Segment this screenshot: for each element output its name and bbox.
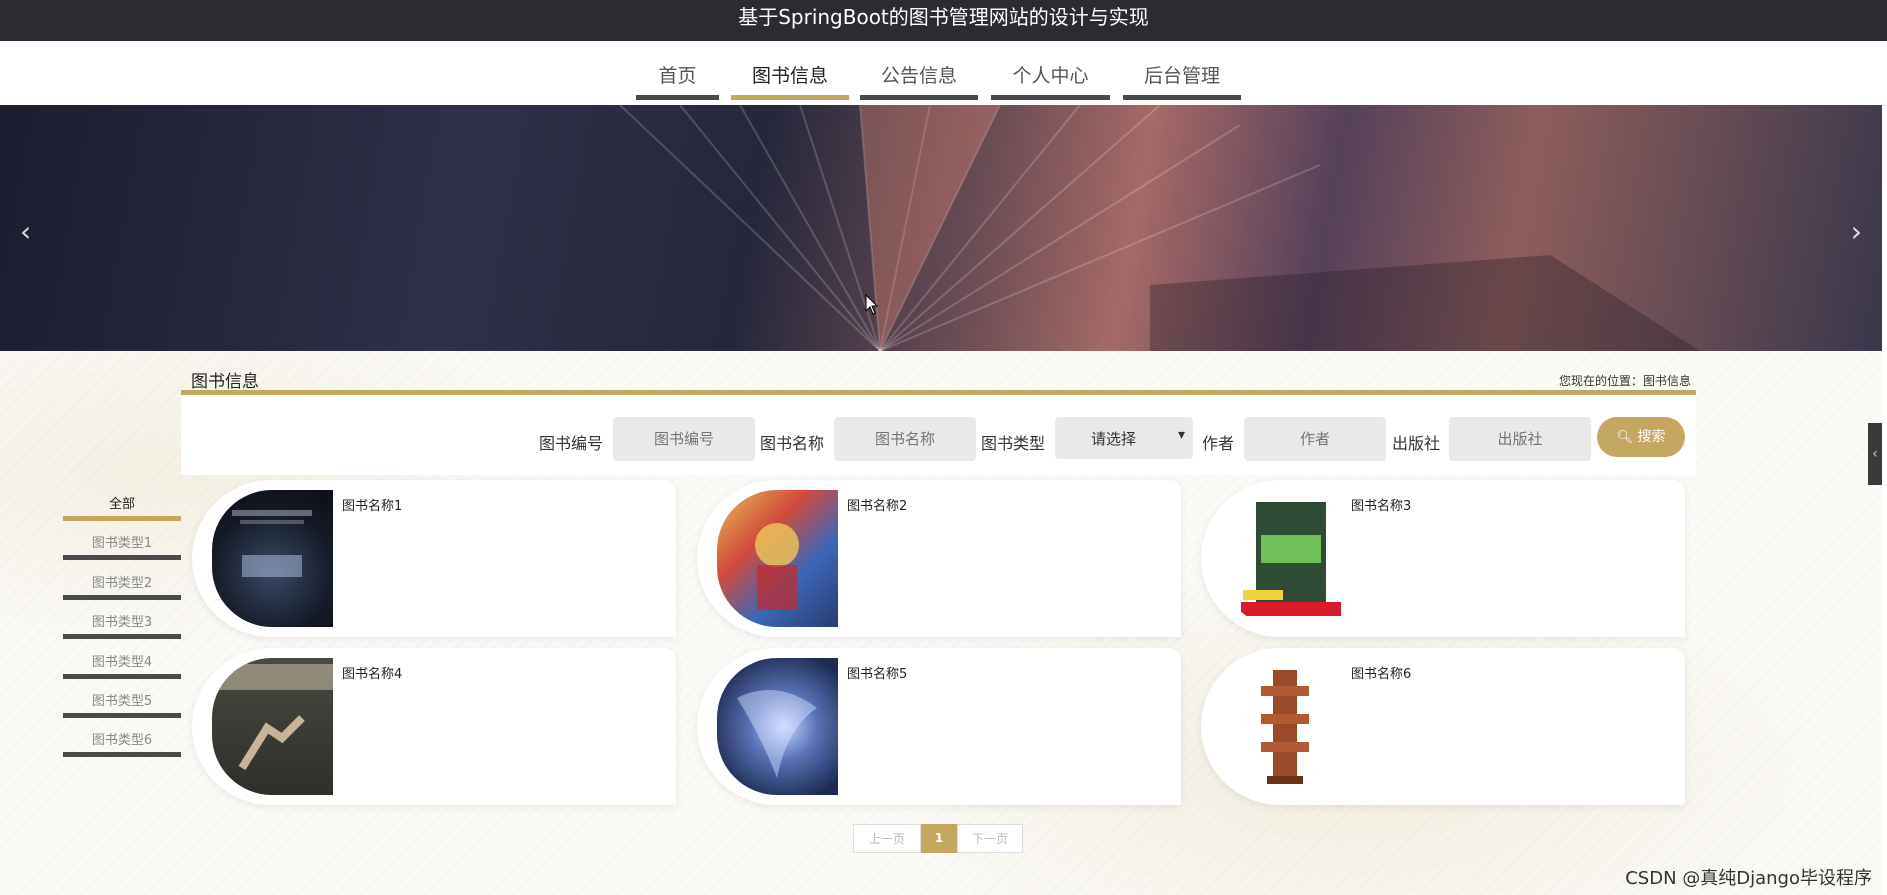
mouse-cursor-icon [865, 294, 879, 315]
nav-item-profile[interactable]: 个人中心 [991, 55, 1110, 100]
book-cover-image [717, 490, 838, 627]
book-id-input[interactable] [613, 417, 755, 461]
category-all[interactable]: 全部 [63, 489, 181, 521]
book-card[interactable]: 图书名称1 [192, 480, 676, 637]
book-title: 图书名称5 [847, 667, 908, 682]
detective-cover-art [1241, 502, 1341, 616]
book-type-value: 请选择 [1091, 430, 1137, 448]
book-card[interactable]: 图书名称4 [192, 648, 676, 805]
book-card[interactable]: 图书名称6 [1201, 648, 1685, 805]
book-card[interactable]: 图书名称3 [1201, 480, 1685, 637]
chevron-left-icon: ‹ [1872, 446, 1878, 462]
category-type-3[interactable]: 图书类型3 [63, 607, 181, 639]
fitness-cover-art [212, 664, 333, 771]
book-title: 图书名称2 [847, 499, 908, 514]
publisher-input[interactable] [1449, 417, 1591, 461]
book-name-input[interactable] [834, 417, 976, 461]
book-type-select[interactable]: 请选择 ▾ [1055, 417, 1193, 459]
section-title: 图书信息 [191, 372, 259, 392]
nav-item-notices[interactable]: 公告信息 [860, 55, 978, 100]
dragon-cover-art [737, 690, 817, 778]
bookshelf-image [1261, 670, 1309, 784]
carousel-next-icon[interactable]: › [1851, 215, 1862, 248]
book-title: 图书名称6 [1351, 667, 1412, 682]
category-type-6[interactable]: 图书类型6 [63, 725, 181, 757]
book-cover-image [212, 490, 333, 627]
category-type-5[interactable]: 图书类型5 [63, 686, 181, 718]
nav-item-admin[interactable]: 后台管理 [1123, 55, 1241, 100]
banner-image [619, 105, 1700, 351]
book-type-label: 图书类型 [981, 434, 1046, 453]
nav-item-home[interactable]: 首页 [636, 55, 719, 100]
book-card[interactable]: 图书名称2 [697, 480, 1181, 637]
search-button-label: 搜索 [1637, 429, 1666, 445]
side-drawer-handle[interactable]: ‹ [1868, 423, 1882, 485]
site-title-bar: 基于SpringBoot的图书管理网站的设计与实现 [0, 0, 1887, 41]
book-title: 图书名称3 [1351, 499, 1412, 514]
category-type-1[interactable]: 图书类型1 [63, 528, 181, 560]
main-nav: 首页 图书信息 公告信息 个人中心 后台管理 [0, 41, 1887, 106]
book-cover-image [1221, 658, 1342, 795]
pagination-current-page[interactable]: 1 [921, 824, 957, 853]
site-title: 基于SpringBoot的图书管理网站的设计与实现 [738, 5, 1149, 29]
category-type-2[interactable]: 图书类型2 [63, 568, 181, 600]
pagination-prev-button[interactable]: 上一页 [853, 824, 921, 853]
chevron-down-icon: ▾ [1177, 427, 1185, 443]
book-cover-image [1221, 490, 1342, 627]
book-name-label: 图书名称 [760, 434, 825, 453]
book-cover-image [212, 658, 333, 795]
pagination-next-button[interactable]: 下一页 [957, 824, 1023, 853]
breadcrumb: 您现在的位置：图书信息 [1558, 374, 1691, 388]
book-id-label: 图书编号 [539, 434, 604, 453]
author-label: 作者 [1202, 434, 1235, 453]
category-type-4[interactable]: 图书类型4 [63, 647, 181, 679]
nav-item-books[interactable]: 图书信息 [731, 55, 849, 100]
search-button[interactable]: 🔍︎ 搜索 [1597, 417, 1685, 457]
book-card[interactable]: 图书名称5 [697, 648, 1181, 805]
watermark: CSDN @真纯Django毕设程序 [1625, 868, 1872, 889]
carousel-prev-icon[interactable]: ‹ [20, 215, 31, 248]
starwars-cover-art [232, 510, 312, 577]
book-cover-image [717, 658, 838, 795]
book-title: 图书名称4 [342, 667, 403, 682]
search-icon: 🔍︎ [1616, 430, 1634, 445]
author-input[interactable] [1244, 417, 1386, 461]
banner-carousel: ‹ › [0, 105, 1882, 351]
onepiece-cover-art [755, 523, 799, 610]
book-title: 图书名称1 [342, 499, 403, 514]
publisher-label: 出版社 [1392, 434, 1441, 453]
